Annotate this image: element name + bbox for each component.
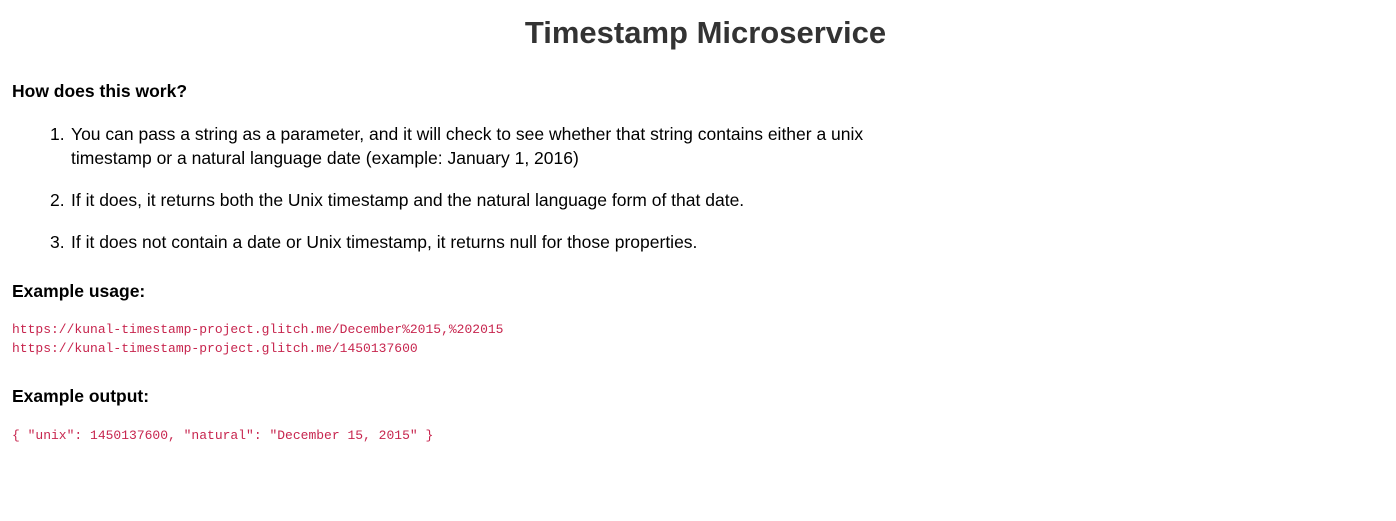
example-usage-code: https://kunal-timestamp-project.glitch.m… [12,320,503,358]
how-it-works-list: 1. You can pass a string as a parameter,… [0,122,980,272]
example-url[interactable]: https://kunal-timestamp-project.glitch.m… [12,341,418,356]
list-item-text: If it does, it returns both the Unix tim… [71,190,745,210]
list-item-text-continued: timestamp or a natural language date (ex… [71,148,579,168]
list-item: 1. You can pass a string as a parameter,… [0,122,980,170]
how-it-works-heading: How does this work? [12,81,188,101]
list-item-number: 1. [50,124,65,144]
list-item: 3. If it does not contain a date or Unix… [0,230,980,254]
list-item-number: 2. [50,190,65,210]
page-title: Timestamp Microservice [524,15,887,50]
list-item-text: If it does not contain a date or Unix ti… [71,232,698,252]
example-usage-heading: Example usage: [12,281,146,301]
list-item: 2. If it does, it returns both the Unix … [0,188,980,212]
example-url[interactable]: https://kunal-timestamp-project.glitch.m… [12,322,503,337]
list-item-number: 3. [50,232,65,252]
list-item-text: You can pass a string as a parameter, an… [71,124,864,144]
example-output-code: { "unix": 1450137600, "natural": "Decemb… [12,428,434,443]
example-output-heading: Example output: [12,386,150,406]
